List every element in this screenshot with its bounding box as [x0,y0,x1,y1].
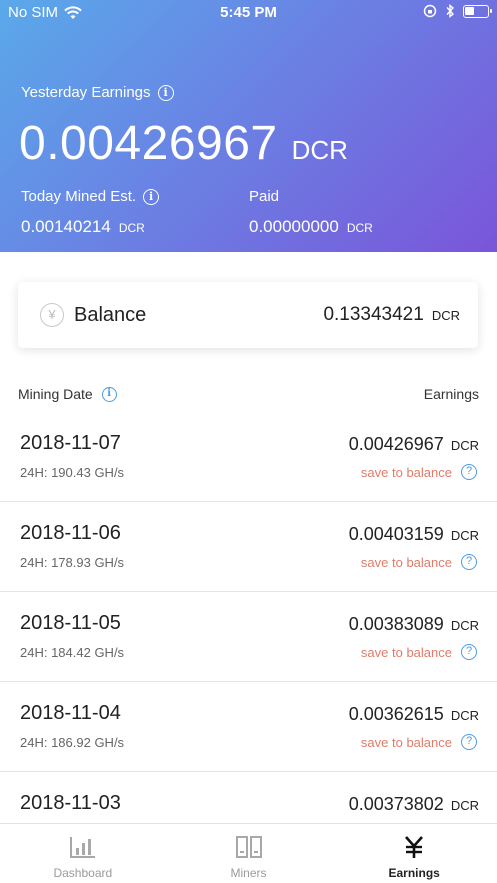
tab-label: Earnings [388,866,440,880]
row-hashrate: 24H: 178.93 GH/s [20,555,125,570]
row-amount: 0.00426967 [348,434,444,454]
row-amount: 0.00383089 [348,614,444,634]
earnings-header-label: Earnings [423,386,479,402]
bar-chart-icon [69,837,95,858]
row-amount: 0.00373802 [348,794,444,814]
status-bar: No SIM 5:45 PM [0,0,497,28]
yesterday-earnings-amount: 0.00426967 DCR [19,116,348,171]
tab-label: Dashboard [53,866,113,880]
battery-icon [463,4,492,18]
row-unit: DCR [450,708,479,723]
save-to-balance-link[interactable]: save to balance [361,645,452,660]
row-hashrate: 24H: 190.43 GH/s [20,465,125,480]
row-date: 2018-11-07 [20,432,121,454]
balance-card[interactable]: ¥ Balance 0.13343421 DCR [18,282,478,348]
help-icon[interactable]: ? [461,734,477,750]
miners-icon [235,836,262,858]
row-date: 2018-11-04 [20,702,121,724]
info-icon[interactable]: i [101,386,117,402]
help-icon[interactable]: ? [461,644,477,660]
save-to-balance-link[interactable]: save to balance [361,735,452,750]
tab-bar: Dashboard Miners Earnings [0,823,497,883]
row-unit: DCR [450,618,479,633]
bluetooth-icon [446,4,455,18]
today-mined-unit: DCR [118,221,145,235]
today-mined-label: Today Mined Est. [21,188,137,205]
tab-dashboard[interactable]: Dashboard [0,824,166,883]
row-date: 2018-11-03 [20,792,121,814]
help-icon[interactable]: ? [461,554,477,570]
row-hashrate: 24H: 184.42 GH/s [20,645,125,660]
balance-value: 0.13343421 [323,304,424,325]
mining-date-header: Mining Date [18,386,93,402]
paid-value: 0.00000000 [249,217,339,236]
row-amount: 0.00403159 [348,524,444,544]
paid-unit: DCR [346,221,373,235]
paid-label: Paid [249,188,280,205]
info-icon[interactable]: i [157,84,174,101]
row-date: 2018-11-05 [20,612,121,634]
row-unit: DCR [450,798,479,813]
earnings-header: No SIM 5:45 PM Yesterday Earnings i 0.00… [0,0,497,252]
tab-earnings[interactable]: Earnings [331,824,497,883]
today-mined-block: Today Mined Est. i 0.00140214 DCR [21,188,160,237]
today-mined-value: 0.00140214 [21,217,111,236]
earnings-row: 2018-11-04 24H: 186.92 GH/s 0.00362615 DC… [0,682,497,772]
yesterday-earnings-label-row: Yesterday Earnings i [21,84,174,101]
yesterday-earnings-unit: DCR [291,135,348,165]
help-icon[interactable]: ? [461,464,477,480]
earnings-row: 2018-11-07 24H: 190.43 GH/s 0.00426967 DC… [0,412,497,502]
yen-icon [405,836,424,858]
paid-block: Paid 0.00000000 DCR [249,188,373,237]
row-hashrate: 24H: 186.92 GH/s [20,735,125,750]
yesterday-earnings-value: 0.00426967 [19,117,278,170]
tab-label: Miners [230,866,267,880]
earnings-row: 2018-11-05 24H: 184.42 GH/s 0.00383089 DC… [0,592,497,682]
row-date: 2018-11-06 [20,522,121,544]
yen-icon: ¥ [40,303,64,327]
balance-label: Balance [74,303,147,326]
save-to-balance-link[interactable]: save to balance [361,465,452,480]
tab-miners[interactable]: Miners [166,824,332,883]
row-unit: DCR [450,528,479,543]
balance-unit: DCR [431,308,460,323]
orientation-lock-icon [423,4,437,18]
earnings-row: 2018-11-06 24H: 178.93 GH/s 0.00403159 DC… [0,502,497,592]
save-to-balance-link[interactable]: save to balance [361,555,452,570]
row-unit: DCR [450,438,479,453]
info-icon[interactable]: i [143,188,160,205]
list-header: Mining Date i Earnings [18,386,479,402]
row-amount: 0.00362615 [348,704,444,724]
yesterday-earnings-label: Yesterday Earnings [21,84,151,101]
